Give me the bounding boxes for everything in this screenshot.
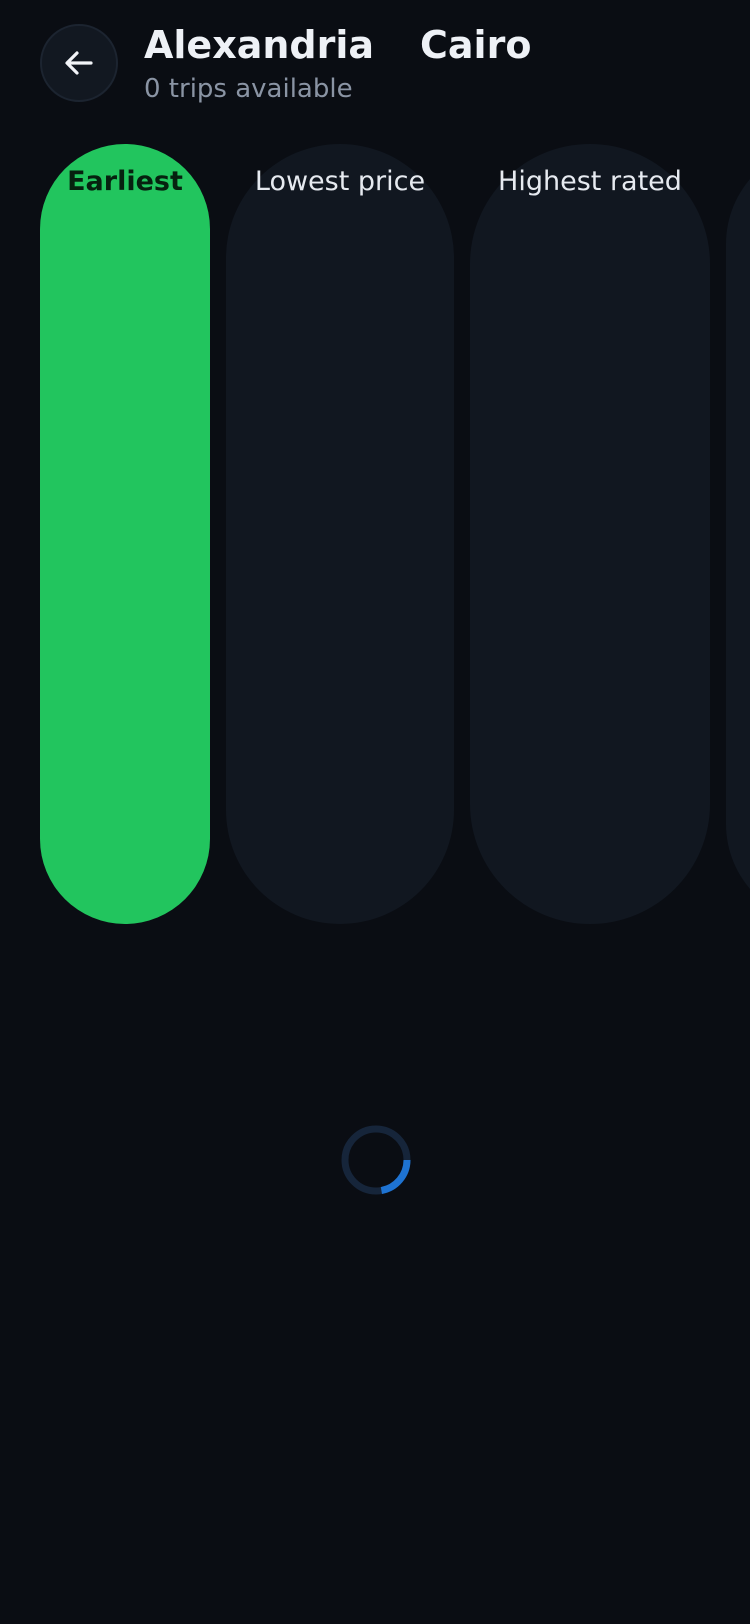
- trip-count: 0 trips available: [144, 74, 353, 104]
- arrow-left-icon: [65, 51, 93, 75]
- filter-more-chip[interactable]: [726, 144, 750, 924]
- filter-lowest-price-label: Lowest price: [254, 166, 426, 197]
- header: Alexandria Cairo 0 trips available: [0, 0, 750, 130]
- filter-earliest-label: Earliest: [67, 166, 183, 197]
- filter-lowest-price-chip[interactable]: Lowest price: [226, 144, 454, 924]
- filter-earliest-chip[interactable]: Earliest: [40, 144, 210, 924]
- origin-city: Alexandria: [144, 23, 375, 67]
- route-title: Alexandria Cairo: [144, 18, 531, 72]
- loading-spinner-icon: [341, 1125, 411, 1195]
- sort-filter-row: Earliest Lowest price Highest rated: [0, 144, 750, 924]
- destination-city: Cairo: [420, 23, 532, 67]
- filter-highest-rated-label: Highest rated: [498, 166, 682, 197]
- filter-highest-rated-chip[interactable]: Highest rated: [470, 144, 710, 924]
- back-button[interactable]: [40, 24, 118, 102]
